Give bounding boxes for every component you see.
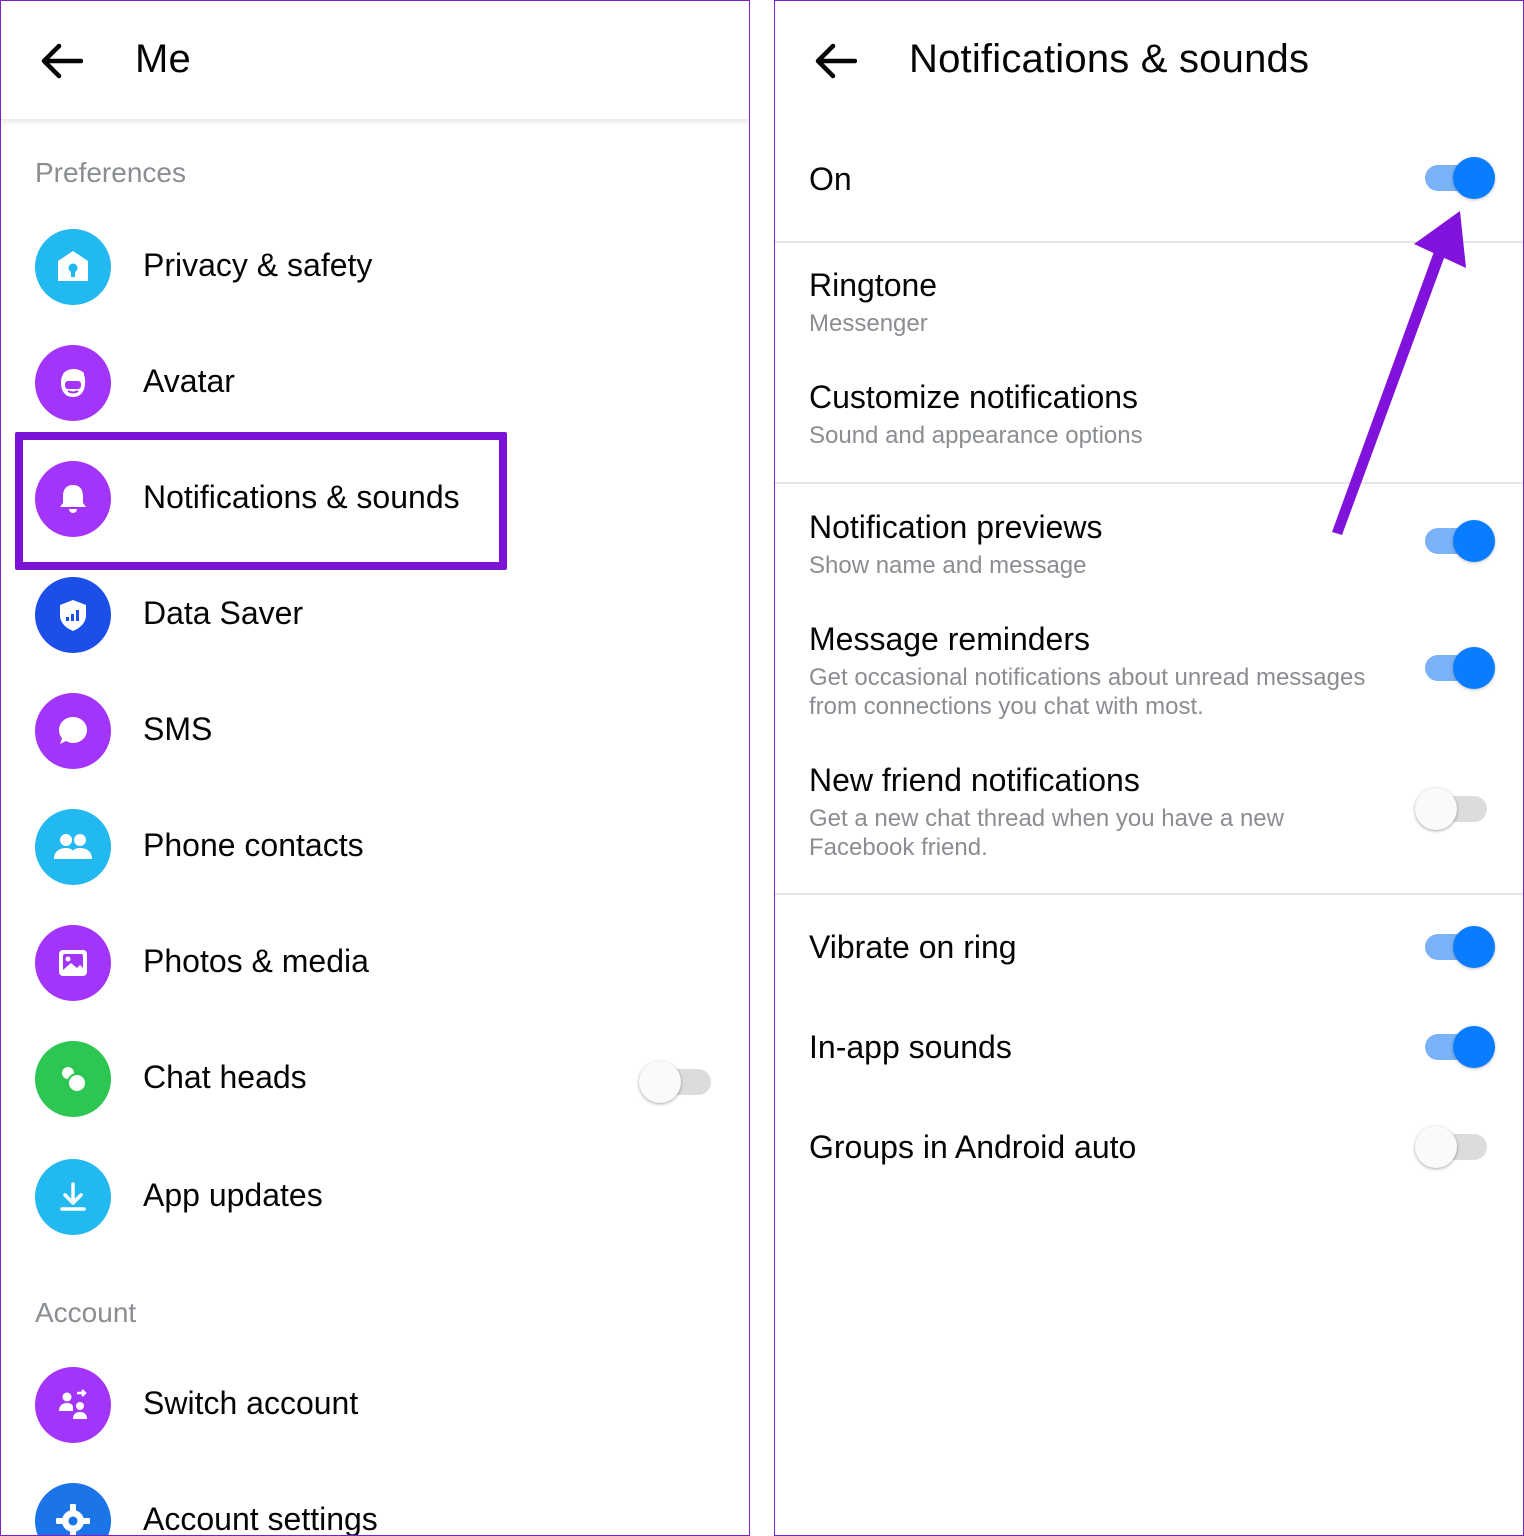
divider xyxy=(775,482,1523,484)
ringtone-value: Messenger xyxy=(809,310,928,337)
divider xyxy=(775,241,1523,243)
back-button[interactable] xyxy=(809,35,861,87)
menu-item-avatar[interactable]: Avatar xyxy=(1,327,749,439)
chat-heads-toggle[interactable] xyxy=(639,1061,715,1103)
android-auto-title: Groups in Android auto xyxy=(809,1129,1137,1165)
ringtone-row[interactable]: Ringtone Messenger xyxy=(775,251,1523,351)
in-app-sounds-toggle[interactable] xyxy=(1421,1026,1495,1068)
menu-item-sms[interactable]: SMS xyxy=(1,675,749,787)
ringtone-title: Ringtone xyxy=(809,267,938,303)
back-button[interactable] xyxy=(35,35,87,87)
on-label: On xyxy=(809,161,852,197)
new-friend-title: New friend notifications xyxy=(809,762,1140,798)
menu-item-switch-account[interactable]: Switch account xyxy=(1,1349,749,1461)
notifications-app-bar: Notifications & sounds xyxy=(775,1,1523,119)
menu-item-photos-media[interactable]: Photos & media xyxy=(1,907,749,1019)
me-app-bar: Me xyxy=(1,1,749,120)
preferences-section-label: Preferences xyxy=(35,157,186,188)
menu-item-label: SMS xyxy=(143,711,213,747)
menu-item-data-saver[interactable]: Data Saver xyxy=(1,559,749,671)
divider xyxy=(775,893,1523,895)
chat-bubble-icon xyxy=(35,693,111,769)
data-shield-icon xyxy=(35,577,111,653)
new-friend-notifications-row[interactable]: New friend notifications Get a new chat … xyxy=(775,746,1523,870)
groups-android-auto-row[interactable]: Groups in Android auto xyxy=(775,1105,1523,1193)
menu-item-label: Account settings xyxy=(143,1501,378,1536)
page-title: Notifications & sounds xyxy=(909,37,1310,81)
menu-item-privacy-safety[interactable]: Privacy & safety xyxy=(1,211,749,323)
menu-item-label: Chat heads xyxy=(143,1059,307,1095)
menu-item-label: Privacy & safety xyxy=(143,247,373,283)
menu-item-phone-contacts[interactable]: Phone contacts xyxy=(1,791,749,903)
back-arrow-icon xyxy=(815,43,857,79)
vibrate-title: Vibrate on ring xyxy=(809,929,1017,965)
groups-android-auto-toggle[interactable] xyxy=(1415,1126,1491,1168)
menu-item-app-updates[interactable]: App updates xyxy=(1,1141,749,1253)
previews-title: Notification previews xyxy=(809,509,1103,545)
gear-icon xyxy=(35,1483,111,1535)
in-app-sounds-row[interactable]: In-app sounds xyxy=(775,1005,1523,1093)
menu-item-label: Phone contacts xyxy=(143,827,364,863)
customize-notifications-row[interactable]: Customize notifications Sound and appear… xyxy=(775,363,1523,463)
notifications-on-row[interactable]: On xyxy=(775,131,1523,241)
contacts-icon xyxy=(35,809,111,885)
customize-title: Customize notifications xyxy=(809,379,1139,415)
menu-item-notifications-sounds[interactable]: Notifications & sounds xyxy=(1,443,749,555)
photo-icon xyxy=(35,925,111,1001)
privacy-lock-icon xyxy=(35,229,111,305)
reminders-title: Message reminders xyxy=(809,621,1090,657)
me-screen: Me Preferences Privacy & safety Avatar N… xyxy=(0,0,750,1536)
download-icon xyxy=(35,1159,111,1235)
menu-item-label: Photos & media xyxy=(143,943,369,979)
back-arrow-icon xyxy=(41,43,83,79)
notification-previews-row[interactable]: Notification previews Show name and mess… xyxy=(775,493,1523,593)
menu-item-chat-heads[interactable]: Chat heads xyxy=(1,1023,749,1135)
menu-item-label: App updates xyxy=(143,1177,323,1213)
customize-subtitle: Sound and appearance options xyxy=(809,422,1143,449)
avatar-face-icon xyxy=(35,345,111,421)
menu-item-label: Data Saver xyxy=(143,595,304,631)
account-section-label: Account xyxy=(35,1297,137,1328)
in-app-title: In-app sounds xyxy=(809,1029,1012,1065)
previews-subtitle: Show name and message xyxy=(809,552,1087,579)
menu-item-label: Notifications & sounds xyxy=(143,479,460,515)
message-reminders-toggle[interactable] xyxy=(1421,647,1495,689)
menu-item-account-settings[interactable]: Account settings xyxy=(1,1465,749,1536)
page-title: Me xyxy=(135,37,191,81)
notification-previews-toggle[interactable] xyxy=(1421,520,1495,562)
bell-icon xyxy=(35,461,111,537)
notifications-on-toggle[interactable] xyxy=(1421,157,1495,199)
reminders-subtitle: Get occasional notifications about unrea… xyxy=(809,664,1366,720)
switch-account-icon xyxy=(35,1367,111,1443)
vibrate-on-ring-row[interactable]: Vibrate on ring xyxy=(775,905,1523,993)
new-friend-notifications-toggle[interactable] xyxy=(1415,788,1491,830)
new-friend-subtitle: Get a new chat thread when you have a ne… xyxy=(809,805,1284,861)
message-reminders-row[interactable]: Message reminders Get occasional notific… xyxy=(775,605,1523,729)
notifications-sounds-screen: Notifications & sounds On Ringtone Messe… xyxy=(774,0,1524,1536)
menu-item-label: Avatar xyxy=(143,363,235,399)
menu-item-label: Switch account xyxy=(143,1385,359,1421)
chat-heads-icon xyxy=(35,1041,111,1117)
vibrate-on-ring-toggle[interactable] xyxy=(1421,926,1495,968)
